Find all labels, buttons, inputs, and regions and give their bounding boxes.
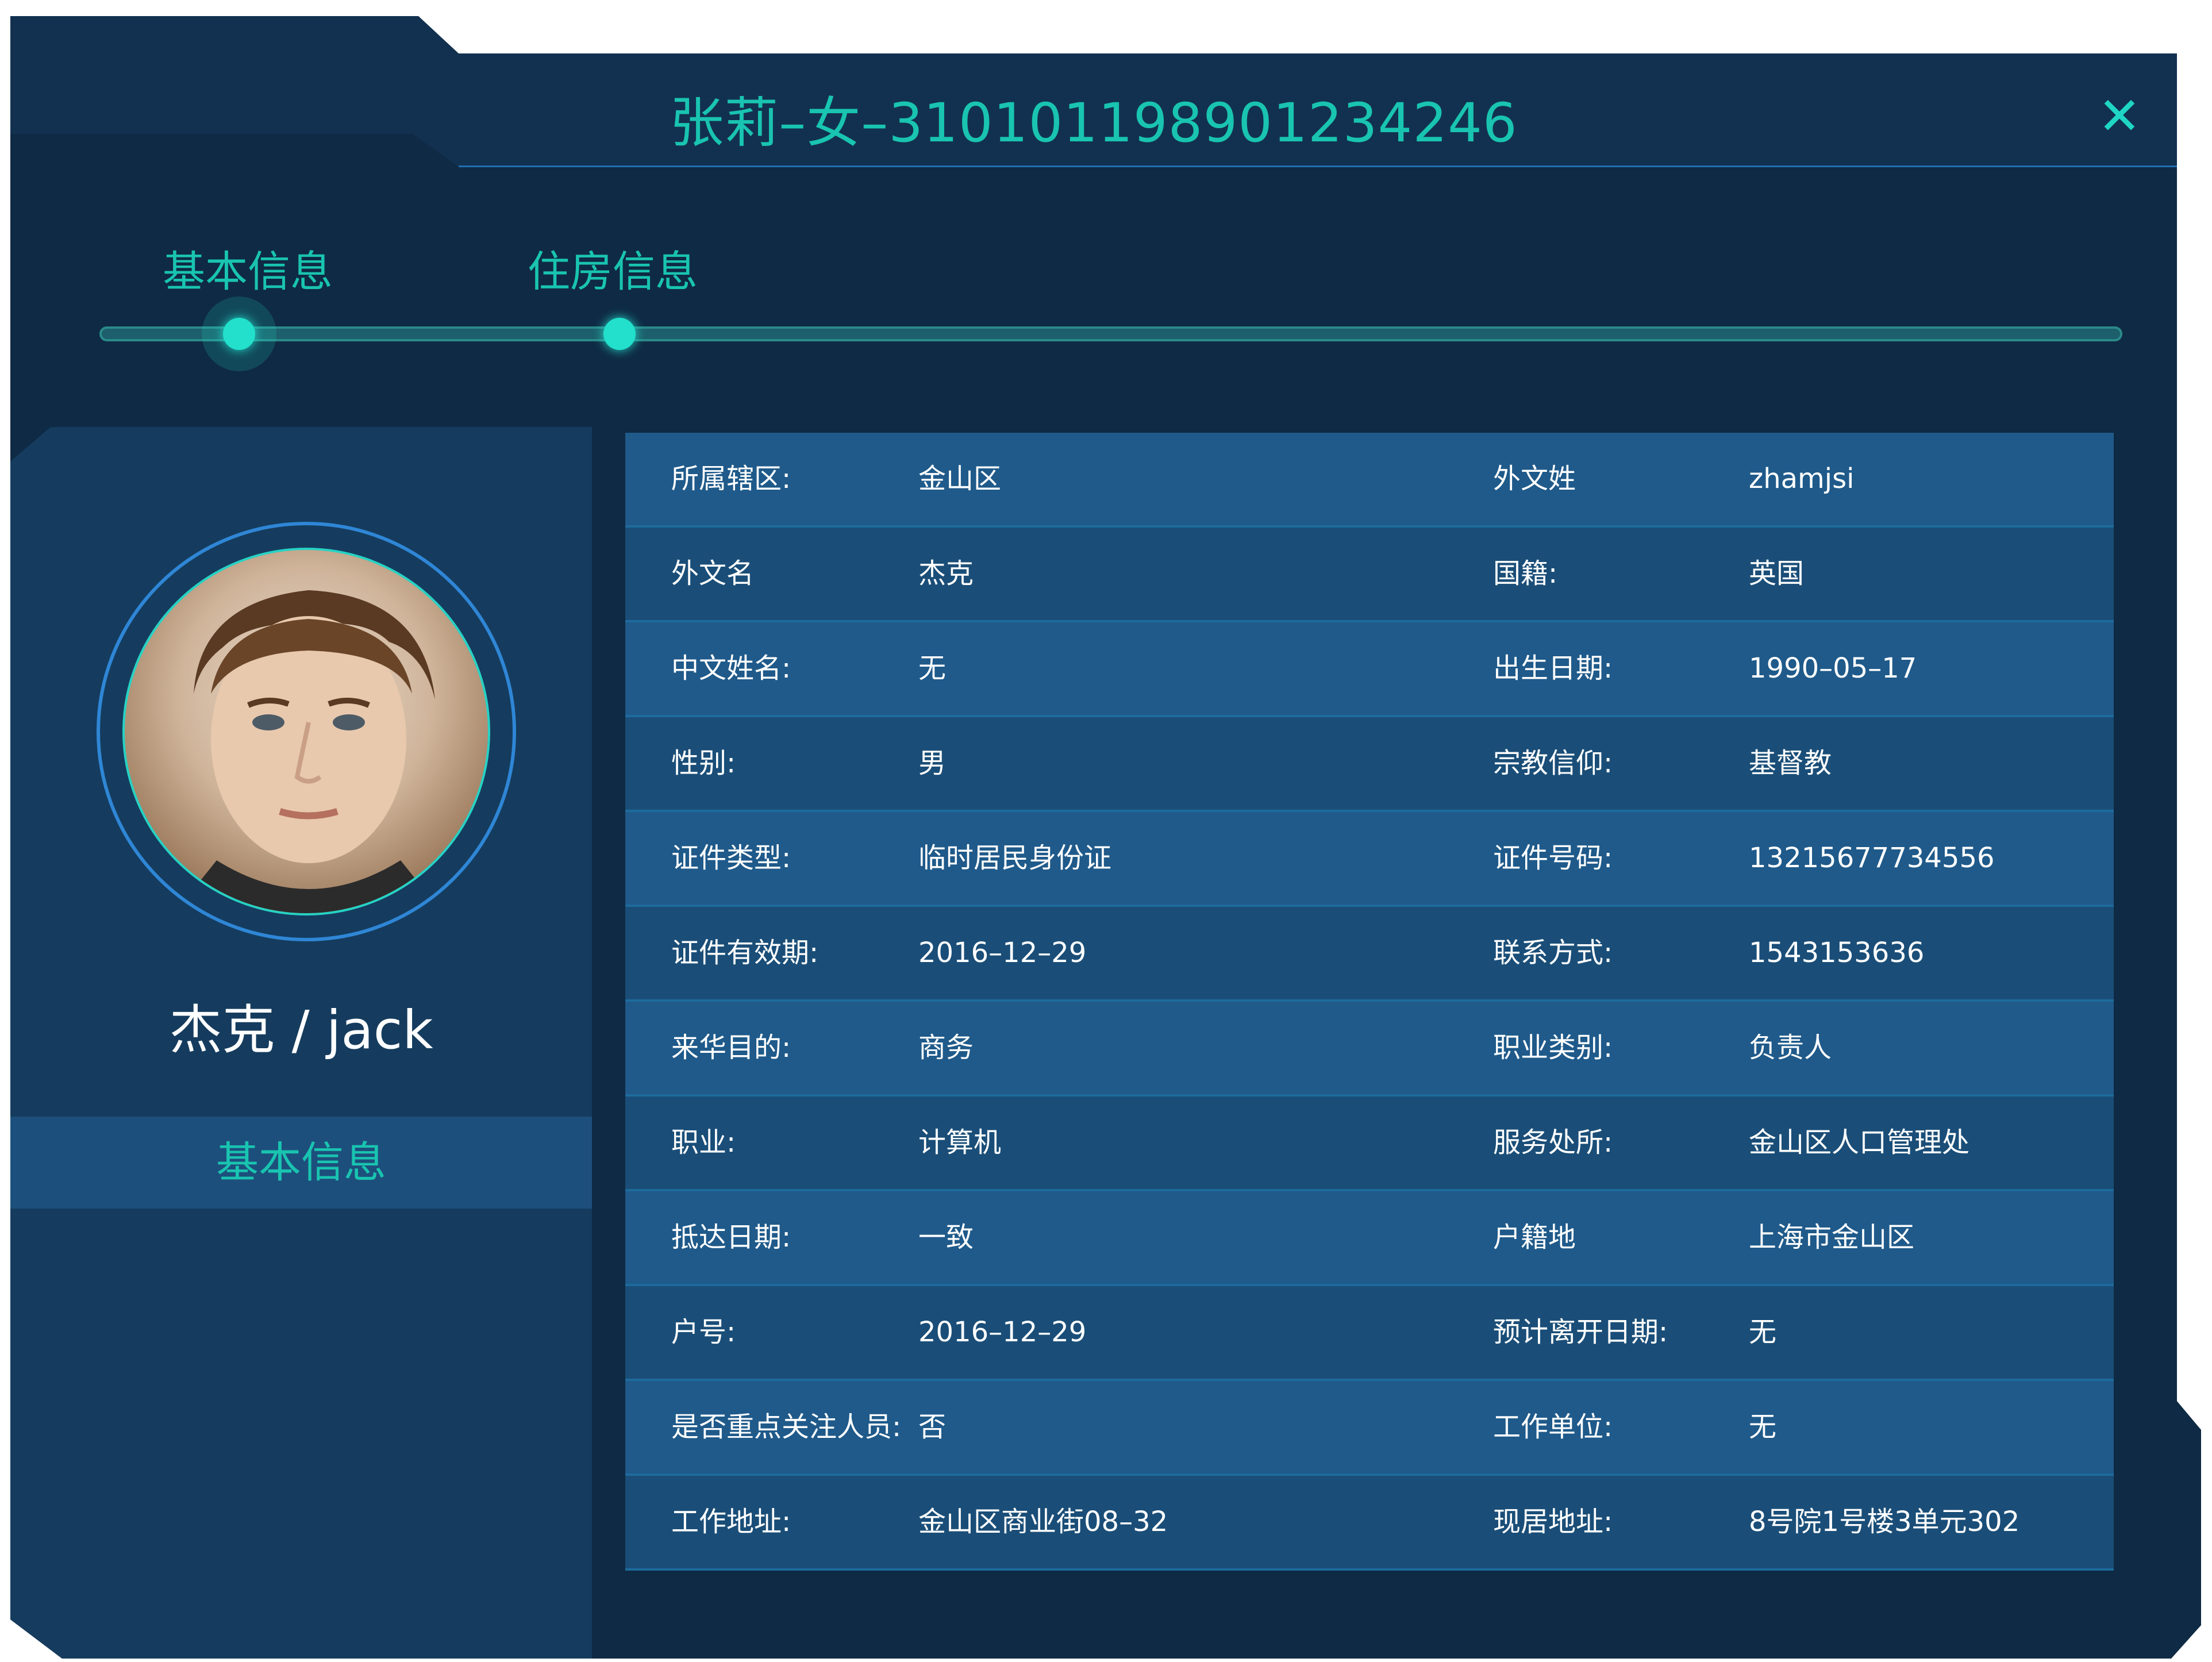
table-row: 证件类型: 临时居民身份证 证件号码: 13215677734556 [625,812,2114,907]
table-row: 中文姓名: 无 出生日期: 1990–05–17 [625,622,2114,717]
field-label: 户号: [671,1316,736,1348]
field-value: 商务 [918,1032,974,1064]
field-value: zhamjsi [1749,463,1855,495]
dialog-title: 张莉–女–310101198901234246 [670,92,1518,155]
field-label: 外文名 [671,557,755,590]
field-label: 抵达日期: [671,1221,791,1253]
field-value: 金山区 [918,463,1002,495]
table-row: 所属辖区: 金山区 外文姓 zhamjsi [625,433,2114,528]
tab-housing-info-marker[interactable] [603,318,636,350]
field-label: 外文姓 [1493,463,1576,495]
field-label: 证件类型: [671,842,791,874]
field-value: 否 [918,1411,947,1443]
table-row: 职业: 计算机 服务处所: 金山区人口管理处 [625,1097,2114,1191]
field-label: 宗教信仰: [1493,747,1613,779]
field-label: 是否重点关注人员: [671,1411,902,1443]
tab-housing-info[interactable]: 住房信息 [528,237,698,299]
table-row: 是否重点关注人员: 否 工作单位: 无 [625,1381,2114,1476]
field-value: 基督教 [1749,747,1832,779]
person-name: 杰克 / jack [169,999,433,1061]
table-row: 户号: 2016–12–29 预计离开日期: 无 [625,1286,2114,1381]
field-label: 职业: [671,1126,736,1159]
person-detail-dialog: 张莉–女–310101198901234246 ✕ 基本信息 住房信息 杰克 /… [10,16,2201,1659]
field-label: 证件有效期: [671,937,819,969]
field-label: 出生日期: [1493,652,1613,684]
tab-basic-info-marker[interactable] [223,318,255,350]
field-value: 无 [1749,1316,1777,1348]
close-icon[interactable]: ✕ [2091,88,2148,145]
table-row: 工作地址: 金山区商业街08–32 现居地址: 8号院1号楼3单元302 [625,1476,2114,1571]
field-label: 证件号码: [1493,842,1613,874]
field-value: 1990–05–17 [1749,652,1917,684]
field-value: 13215677734556 [1749,842,1995,874]
field-value: 男 [918,747,947,779]
field-value: 1543153636 [1749,937,1925,969]
field-label: 预计离开日期: [1493,1316,1668,1348]
field-value: 杰克 [918,557,974,590]
table-row: 性别: 男 宗教信仰: 基督教 [625,717,2114,812]
field-label: 工作单位: [1493,1411,1613,1443]
field-label: 来华目的: [671,1032,791,1064]
field-value: 无 [1749,1411,1777,1443]
profile-section-tab[interactable]: 基本信息 [10,1117,592,1209]
field-label: 中文姓名: [671,652,791,684]
field-value: 计算机 [918,1126,1002,1159]
field-label: 服务处所: [1493,1126,1613,1159]
table-row: 来华目的: 商务 职业类别: 负责人 [625,1002,2114,1097]
field-value: 2016–12–29 [918,937,1087,969]
field-label: 所属辖区: [671,463,791,495]
field-value: 上海市金山区 [1749,1221,1915,1253]
field-value: 金山区人口管理处 [1749,1126,1970,1159]
table-row: 证件有效期: 2016–12–29 联系方式: 1543153636 [625,907,2114,1002]
field-label: 性别: [671,747,736,779]
field-value: 2016–12–29 [918,1316,1087,1348]
field-label: 联系方式: [1493,937,1613,969]
field-label: 国籍: [1493,557,1558,590]
title-divider [459,166,2177,167]
field-value: 负责人 [1749,1032,1832,1064]
field-label: 工作地址: [671,1506,791,1538]
tab-progress-track [99,326,2122,341]
field-value: 临时居民身份证 [918,842,1112,874]
field-value: 金山区商业街08–32 [918,1506,1168,1538]
table-row: 抵达日期: 一致 户籍地 上海市金山区 [625,1191,2114,1286]
field-label: 户籍地 [1493,1221,1576,1253]
field-label: 职业类别: [1493,1032,1613,1064]
field-value: 英国 [1749,557,1805,590]
avatar-portrait-icon [171,590,447,913]
detail-table: 所属辖区: 金山区 外文姓 zhamjsi 外文名 杰克 国籍: 英国中文姓名: 无 出生日期: 1… [625,433,2114,1571]
field-value: 一致 [918,1221,974,1253]
table-row: 外文名 杰克 国籍: 英国 [625,528,2114,622]
avatar [122,548,490,915]
field-label: 现居地址: [1493,1506,1613,1538]
tab-basic-info[interactable]: 基本信息 [163,237,333,299]
field-value: 无 [918,652,947,684]
field-value: 8号院1号楼3单元302 [1749,1506,2020,1538]
